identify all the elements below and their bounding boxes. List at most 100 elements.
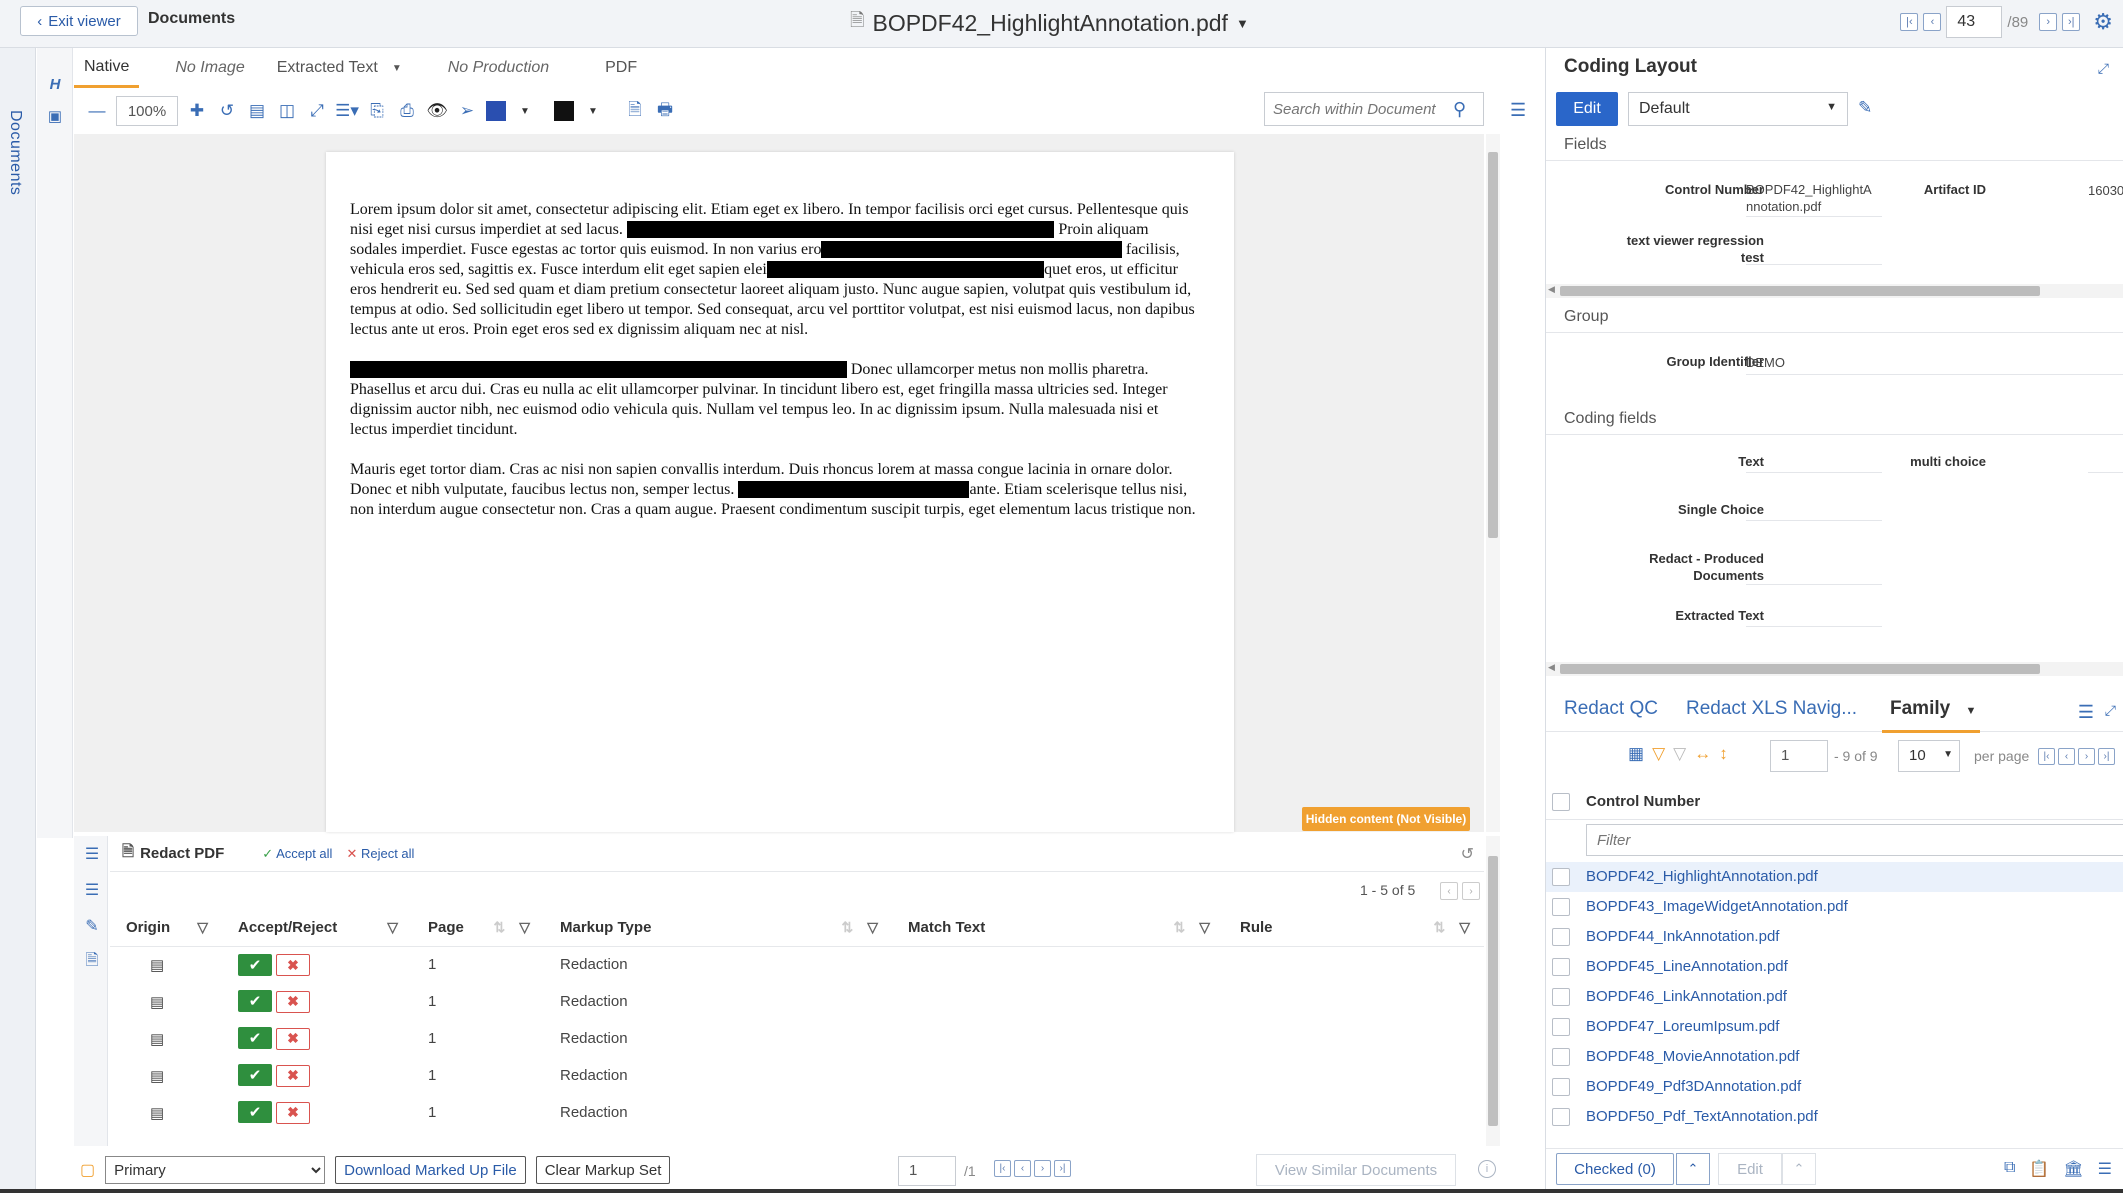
column-accept-reject[interactable]: Accept/Reject ▽ <box>222 910 412 947</box>
excel-icon[interactable]: ▦ <box>1628 744 1644 764</box>
markup-scrollbar[interactable] <box>1486 836 1500 1146</box>
reject-button[interactable]: ✖ <box>276 990 310 1013</box>
gear-icon[interactable]: ⚙ <box>2093 9 2113 35</box>
redaction-box[interactable]: XXXXXXXXXXXXXXXXXXXXXXXXXX <box>821 241 1122 258</box>
first-page-icon[interactable]: |‹ <box>2038 748 2055 765</box>
document-title[interactable]: 🗎 BOPDF42_HighlightAnnotation.pdf ▼ <box>850 8 1249 38</box>
clear-markup-set-button[interactable]: Clear Markup Set <box>535 1156 671 1184</box>
filter-icon[interactable]: ▽ <box>197 919 208 936</box>
text-field-input[interactable] <box>1746 472 1882 473</box>
export-pdf-icon[interactable]: 🗎 <box>624 100 646 122</box>
row-checkbox[interactable] <box>1552 1048 1570 1066</box>
hidden-content-badge[interactable]: Hidden content (Not Visible) <box>1302 807 1470 831</box>
info-icon[interactable]: i <box>1478 1160 1496 1178</box>
sort-icon[interactable]: ⇅ <box>841 919 853 936</box>
scrollbar-thumb[interactable] <box>1560 664 2040 674</box>
refresh-icon[interactable]: ↺ <box>1461 844 1474 864</box>
collapse-icon[interactable]: ⤢ <box>2105 702 2116 719</box>
redaction-box[interactable]: XXXXXXXXXXXXXXXXXXXXXXXXXXXXXXXXXXXXX <box>626 221 1055 238</box>
row-checkbox[interactable] <box>1552 1018 1570 1036</box>
column-origin[interactable]: Origin ▽ <box>110 910 222 947</box>
list-item[interactable]: BOPDF47_LoreumIpsum.pdf <box>1546 1012 2123 1042</box>
layout-menu-icon[interactable]: ☰▾ <box>335 100 359 122</box>
document-link[interactable]: BOPDF44_InkAnnotation.pdf <box>1586 928 1779 945</box>
redact-text-icon[interactable]: ⎙ <box>396 100 418 122</box>
filter-icon[interactable]: ▽ <box>387 919 398 936</box>
family-page-input[interactable]: 1 <box>1770 740 1828 772</box>
fullscreen-icon[interactable]: ⤢ <box>306 100 328 122</box>
scroll-left-icon[interactable]: ◀ <box>1548 284 1555 295</box>
accept-button[interactable]: ✔ <box>238 990 272 1013</box>
filter-icon[interactable]: ▽ <box>1199 919 1210 936</box>
family-filter[interactable] <box>1586 824 2123 856</box>
column-page[interactable]: Page ▽ ⇅ <box>412 910 544 947</box>
multi-choice-input[interactable] <box>2088 472 2123 473</box>
tab-no-production[interactable]: No Production <box>438 48 559 88</box>
document-scrollbar[interactable] <box>1486 134 1500 832</box>
exit-viewer-button[interactable]: ‹ Exit viewer <box>20 6 138 36</box>
chevron-up-icon[interactable]: ⌃ <box>1782 1153 1816 1185</box>
table-row[interactable]: ▤ ✔ ✖ 1 Redaction <box>110 983 1484 1020</box>
eye-icon[interactable]: 👁 <box>426 100 448 122</box>
sort-icon[interactable]: ⇅ <box>493 919 505 936</box>
checked-button[interactable]: Checked (0) <box>1556 1153 1674 1185</box>
extracted-text-input[interactable] <box>1746 626 1882 627</box>
tab-pdf[interactable]: PDF <box>595 48 647 88</box>
last-document-icon[interactable]: ›| <box>2062 13 2081 31</box>
view-similar-documents-button[interactable]: View Similar Documents <box>1256 1154 1456 1186</box>
list-item[interactable]: BOPDF44_InkAnnotation.pdf <box>1546 922 2123 952</box>
previous-page-icon[interactable]: ‹ <box>1014 1160 1031 1177</box>
table-row[interactable]: ▤ ✔ ✖ 1 Redaction <box>110 1094 1484 1131</box>
sort-icon[interactable]: ⇅ <box>1433 919 1445 936</box>
document-canvas[interactable]: Lorem ipsum dolor sit amet, consectetur … <box>74 134 1484 832</box>
accept-button[interactable]: ✔ <box>238 953 272 976</box>
notes-icon[interactable]: ✎ <box>82 916 102 936</box>
edit-button[interactable]: Edit <box>1556 92 1618 126</box>
list-item[interactable]: BOPDF45_LineAnnotation.pdf <box>1546 952 2123 982</box>
list-item[interactable]: BOPDF43_ImageWidgetAnnotation.pdf <box>1546 892 2123 922</box>
single-choice-input[interactable] <box>1746 520 1882 521</box>
table-row[interactable]: ▤ ✔ ✖ 1 Redaction <box>110 1057 1484 1094</box>
breadcrumb[interactable]: Documents <box>148 10 235 28</box>
image-icon[interactable]: ▣ <box>45 106 65 126</box>
column-rule[interactable]: Rule ▽ ⇅ <box>1224 910 1484 947</box>
document-search-icon[interactable]: 🗎 <box>82 952 102 972</box>
mass-edit-button[interactable]: Edit <box>1718 1153 1782 1185</box>
reject-button[interactable]: ✖ <box>276 1101 310 1124</box>
next-page-icon[interactable]: › <box>2078 748 2095 765</box>
layout-select[interactable]: Default ▼ <box>1628 92 1848 126</box>
download-marked-up-button[interactable]: Download Marked Up File <box>335 1156 526 1184</box>
filter-icon[interactable]: ▽ <box>519 919 530 936</box>
column-control-number[interactable]: Control Number <box>1586 793 1700 810</box>
column-markup-type[interactable]: Markup Type ▽ ⇅ <box>544 910 892 947</box>
tab-redact-qc[interactable]: Redact QC <box>1564 698 1658 720</box>
document-page[interactable]: Lorem ipsum dolor sit amet, consectetur … <box>326 152 1234 832</box>
document-link[interactable]: BOPDF48_MovieAnnotation.pdf <box>1586 1048 1799 1065</box>
row-checkbox[interactable] <box>1552 928 1570 946</box>
row-checkbox[interactable] <box>1552 898 1570 916</box>
document-link[interactable]: BOPDF49_Pdf3DAnnotation.pdf <box>1586 1078 1801 1095</box>
stroke-color-swatch[interactable] <box>554 101 574 121</box>
previous-page-icon[interactable]: ‹ <box>1440 882 1458 900</box>
clipboard-icon[interactable]: 📋 <box>2029 1159 2049 1179</box>
fit-width-icon[interactable]: ▤ <box>246 100 268 122</box>
redaction-box[interactable]: XXXXXXXXXXXXXXXXXXXX <box>738 481 970 498</box>
scrollbar-thumb[interactable] <box>1488 856 1498 1126</box>
row-checkbox[interactable] <box>1552 988 1570 1006</box>
list-item[interactable]: BOPDF49_Pdf3DAnnotation.pdf <box>1546 1072 2123 1102</box>
bank-icon[interactable]: 🏛 <box>2063 1159 2083 1179</box>
menu-icon[interactable]: ☰ <box>82 844 102 864</box>
redaction-box[interactable]: XXXXXXXXXXXXXXXXXXXXXXXXXXXXXXXXXXXXXXXX… <box>350 361 847 378</box>
fill-color-swatch[interactable] <box>486 101 506 121</box>
list-item[interactable]: BOPDF48_MovieAnnotation.pdf <box>1546 1042 2123 1072</box>
table-row[interactable]: ▤ ✔ ✖ 1 Redaction <box>110 946 1484 983</box>
scrollbar-thumb[interactable] <box>1488 152 1498 538</box>
sort-icon[interactable]: ⇅ <box>1173 919 1185 936</box>
list-icon[interactable]: ☰ <box>82 880 102 900</box>
previous-page-icon[interactable]: ‹ <box>2058 748 2075 765</box>
table-row[interactable]: ▤ ✔ ✖ 1 Redaction <box>110 1020 1484 1057</box>
select-all-checkbox[interactable] <box>1552 793 1570 811</box>
accept-button[interactable]: ✔ <box>238 1101 272 1124</box>
redact-produced-input[interactable] <box>1746 584 1882 585</box>
chevron-up-icon[interactable]: ⌃ <box>1676 1153 1710 1185</box>
